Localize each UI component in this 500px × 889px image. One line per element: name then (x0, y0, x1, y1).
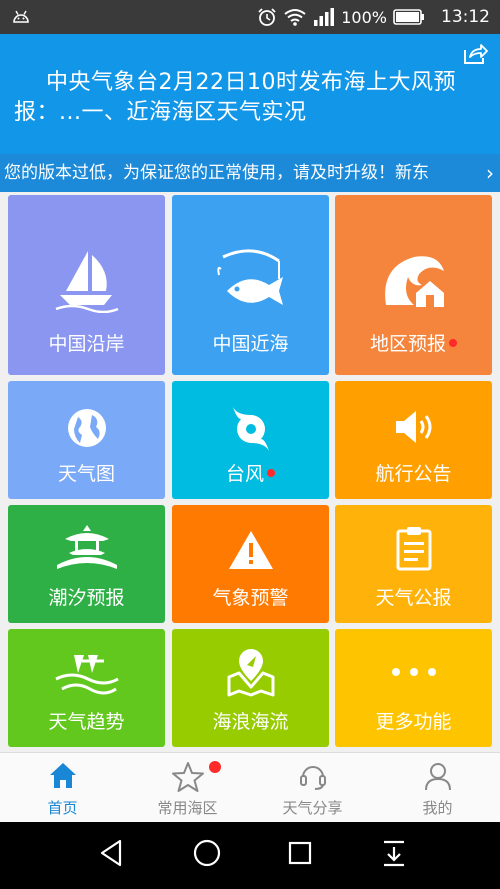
tile-label: 天气公报 (375, 587, 452, 609)
notice-text: 您的版本过低，为保证您的正常使用，请及时升级！新东 (4, 163, 429, 183)
tab-label: 首页 (47, 799, 78, 817)
tile-label: 中国沿岸 (48, 333, 125, 355)
signal-icon (314, 8, 335, 26)
recents-icon[interactable] (287, 838, 313, 868)
pavilion-icon (56, 525, 117, 569)
tab-label: 我的 (422, 799, 453, 817)
tile-label: 天气图 (57, 463, 115, 485)
tile-wave-current[interactable]: 海浪海流 (172, 629, 329, 747)
notification-badge (209, 761, 221, 773)
notification-badge (267, 469, 275, 477)
map-pin-icon (227, 649, 274, 697)
clipboard-icon (396, 527, 431, 571)
battery-percent: 100% (341, 7, 387, 27)
warning-icon (228, 531, 273, 569)
notification-badge (449, 339, 457, 347)
tile-label: 航行公告 (375, 463, 452, 485)
chevron-right-icon[interactable]: › (486, 154, 494, 192)
system-nav-bar (0, 822, 500, 889)
home-circle-icon[interactable] (192, 838, 222, 868)
star-icon (171, 762, 204, 792)
tile-weather-map[interactable]: 天气图 (8, 381, 165, 499)
tile-label: 海浪海流 (212, 711, 289, 733)
tile-weather-bulletin[interactable]: 天气公报 (335, 505, 492, 623)
tile-typhoon[interactable]: 台风 (172, 381, 329, 499)
trend-wave-icon (54, 655, 119, 695)
tab-label: 天气分享 (282, 799, 343, 817)
back-icon[interactable] (98, 838, 124, 868)
more-dots-icon (391, 668, 436, 676)
tile-label: 台风 (172, 459, 329, 486)
notification-pull-icon[interactable] (380, 838, 408, 868)
clock: 13:12 (441, 7, 490, 27)
tab-weather-share[interactable]: 天气分享 (250, 753, 375, 823)
news-banner[interactable]: 中央气象台2月22日10时发布海上大风预报：...一、近海海区天气实况 (0, 34, 500, 154)
tile-label: 更多功能 (375, 711, 452, 733)
sailboat-icon (55, 251, 118, 313)
speaker-icon (395, 411, 431, 443)
tile-navigation-notice[interactable]: 航行公告 (335, 381, 492, 499)
tile-offshore[interactable]: 中国近海 (172, 195, 329, 375)
android-icon (13, 10, 29, 23)
tile-tide-forecast[interactable]: 潮汐预报 (8, 505, 165, 623)
person-icon (424, 763, 451, 791)
tab-home[interactable]: 首页 (0, 753, 125, 823)
share-icon[interactable] (462, 42, 488, 66)
tile-more-features[interactable]: 更多功能 (335, 629, 492, 747)
alarm-icon (258, 8, 276, 26)
banner-headline[interactable]: 中央气象台2月22日10时发布海上大风预报：...一、近海海区天气实况 (14, 68, 484, 128)
typhoon-icon (232, 407, 269, 451)
tab-label: 常用海区 (157, 799, 218, 817)
tile-label: 潮汐预报 (48, 587, 125, 609)
wave-house-icon (384, 256, 444, 307)
tab-favorite-areas[interactable]: 常用海区 (125, 753, 250, 823)
upgrade-notice[interactable]: 您的版本过低，为保证您的正常使用，请及时升级！新东 › (0, 154, 500, 192)
tile-label: 天气趋势 (48, 711, 125, 733)
feature-grid: 中国沿岸 中国近海 地区预报 天气图 台风 航行公告 潮汐预报 气象预警 天气公… (0, 192, 500, 752)
status-bar: 100% 13:12 (0, 0, 500, 34)
tile-coast[interactable]: 中国沿岸 (8, 195, 165, 375)
tile-weather-warning[interactable]: 气象预警 (172, 505, 329, 623)
globe-icon (67, 409, 106, 447)
home-icon (49, 763, 76, 788)
tile-label: 地区预报 (335, 329, 492, 356)
tile-label-text: 地区预报 (369, 333, 446, 355)
tile-regional-forecast[interactable]: 地区预报 (335, 195, 492, 375)
tab-me[interactable]: 我的 (375, 753, 500, 823)
tile-weather-trend[interactable]: 天气趋势 (8, 629, 165, 747)
tile-label: 中国近海 (212, 333, 289, 355)
wifi-icon (284, 9, 306, 26)
battery-icon (393, 9, 424, 25)
tile-label: 气象预警 (212, 587, 289, 609)
bottom-tab-bar: 首页 常用海区 天气分享 我的 (0, 752, 500, 822)
headset-icon (299, 766, 326, 790)
fish-icon (216, 249, 283, 305)
tile-label-text: 台风 (225, 463, 264, 485)
